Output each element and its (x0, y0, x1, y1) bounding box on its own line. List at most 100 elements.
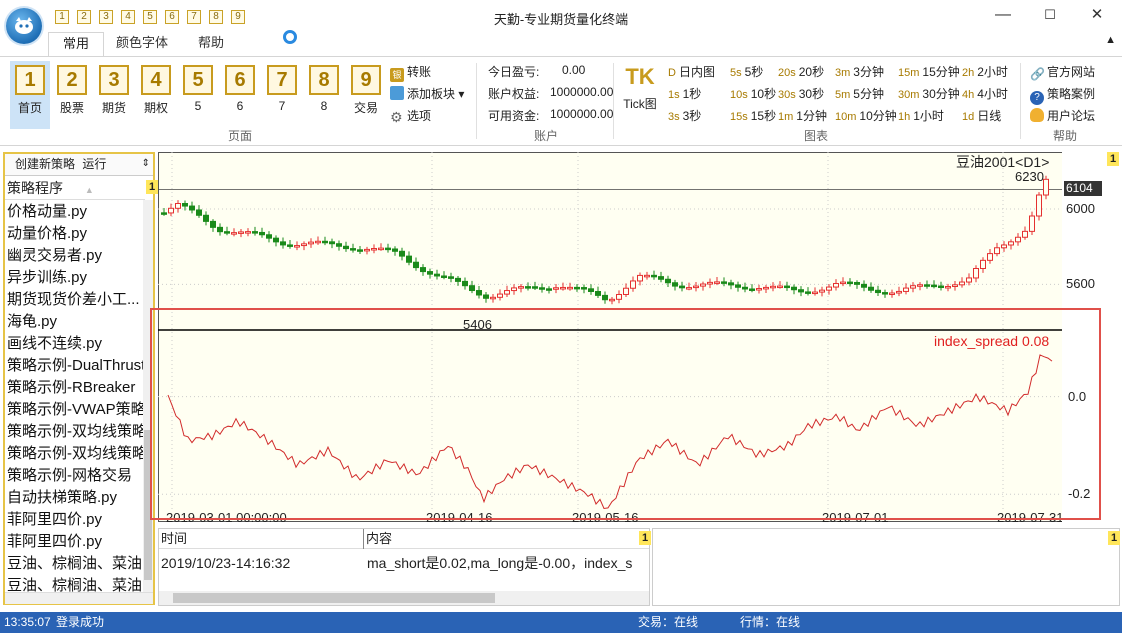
tick-chart-button[interactable]: TK Tick图 (620, 63, 660, 112)
strategy-item[interactable]: 自动扶梯策略.py (7, 487, 143, 509)
strategy-item[interactable]: 策略示例-RBreaker (7, 377, 143, 399)
candle-body (455, 277, 461, 282)
strategy-item[interactable]: 菲阿里四价.py (7, 531, 143, 553)
timeframe-2h[interactable]: 2h 2小时 (962, 63, 1008, 80)
timeframe-1s[interactable]: 1s 1秒 (668, 85, 701, 102)
page-label-1: 首页 (17, 101, 42, 115)
candle-body (917, 284, 923, 287)
candle-body (1022, 230, 1028, 238)
candle-body (875, 289, 881, 294)
tab-common[interactable]: 常用 (48, 32, 105, 56)
page-num-3: 3 (99, 65, 129, 95)
help-group-label: 帮助 (1052, 129, 1077, 143)
strategy-item[interactable]: 策略示例-双均线策略 (7, 443, 143, 465)
page-button-6[interactable]: 66 (220, 61, 260, 129)
strategy-list: 价格动量.py 动量价格.py 幽灵交易者.py 异步训练.py 期货现货价差小工...… (7, 201, 143, 595)
strategy-item[interactable]: 幽灵交易者.py (7, 245, 143, 267)
timeframe-4h[interactable]: 4h 4小时 (962, 85, 1008, 102)
page-button-9[interactable]: 9 交易 (346, 61, 386, 129)
account-group-label: 账户 (533, 129, 558, 143)
candle-body (588, 288, 594, 293)
timeframe-30m[interactable]: 30m 30分钟 (898, 85, 960, 102)
create-strategy-button[interactable]: 创建新策略 (15, 157, 75, 171)
equity-value: 1000000.00 (550, 85, 614, 99)
candle-body (413, 261, 419, 269)
timeframe-15m[interactable]: 15m 15分钟 (898, 63, 960, 80)
trade-status: 交易：在线 (638, 615, 699, 629)
strategy-item[interactable]: 豆油、棕榈油、菜油 (7, 553, 143, 575)
timeframe-1d[interactable]: 1d 日线 (962, 107, 1001, 124)
timeframe-15s[interactable]: 15s 15秒 (730, 107, 776, 124)
close-button[interactable]: ✕ (1082, 4, 1112, 26)
transfer-button[interactable]: 银转账 (390, 63, 431, 82)
candle-body (770, 285, 776, 289)
strategy-item[interactable]: 策略示例-网格交易 (7, 465, 143, 487)
strategy-list-header[interactable]: 策略程序 ▲ (5, 178, 145, 200)
candle-body (490, 296, 496, 300)
candle-body (595, 291, 601, 296)
page-button-5[interactable]: 55 (178, 61, 218, 129)
strategy-item[interactable]: 策略示例-VWAP策略 (7, 399, 143, 421)
horizontal-scrollbar[interactable] (5, 592, 153, 604)
page-button-4[interactable]: 4 期权 (136, 61, 176, 129)
strategy-item[interactable]: 异步训练.py (7, 267, 143, 289)
options-button[interactable]: ⚙ 选项 (390, 107, 431, 124)
candle-body (798, 289, 804, 293)
right-panel: 1 (652, 528, 1120, 606)
candle-body (392, 248, 398, 252)
log-col-time[interactable]: 时间 (161, 529, 187, 549)
timeframe-1h[interactable]: 1h 1小时 (898, 107, 944, 124)
strategy-item[interactable]: 策略示例-DualThrust (7, 355, 143, 377)
candle-body (833, 283, 839, 288)
timeframe-1m[interactable]: 1m 1分钟 (778, 107, 827, 124)
timeframe-30s[interactable]: 30s 30秒 (778, 85, 824, 102)
strategy-item[interactable]: 画线不连续.py (7, 333, 143, 355)
candle-body (315, 240, 321, 244)
run-button[interactable]: 运行 (82, 157, 106, 171)
candle-body (322, 240, 328, 244)
log-row[interactable]: 2019/10/23-14:16:32 ma_short是0.02,ma_lon… (159, 553, 649, 573)
timeframe-5m[interactable]: 5m 5分钟 (835, 85, 884, 102)
more-icon[interactable]: ⇕ (142, 154, 150, 174)
collapse-ribbon-icon[interactable]: ▲ (1105, 34, 1116, 46)
timeframe-3m[interactable]: 3m 3分钟 (835, 63, 884, 80)
timeframe-10m[interactable]: 10m 10分钟 (835, 107, 897, 124)
tab-color-font[interactable]: 颜色字体 (102, 32, 182, 56)
candle-body (861, 283, 867, 288)
pnl-value: 0.00 (562, 63, 586, 77)
timeframe-5s[interactable]: 5s 5秒 (730, 63, 763, 80)
strategy-item[interactable]: 菲阿里四价.py (7, 509, 143, 531)
candle-body (1015, 236, 1021, 243)
candle-body (742, 286, 748, 290)
page-button-3[interactable]: 3 期货 (94, 61, 134, 129)
timeframe-10s[interactable]: 10s 10秒 (730, 85, 776, 102)
strategy-cases-link[interactable]: ? 策略案例 (1030, 85, 1095, 105)
strategy-item[interactable]: 海龟.py (7, 311, 143, 333)
window-title: 天勤-专业期货量化终端 (493, 12, 629, 27)
strategy-item[interactable]: 期货现货价差小工... (7, 289, 143, 311)
candle-body (945, 285, 951, 289)
official-site-link[interactable]: 🔗 官方网站 (1030, 63, 1095, 81)
page-button-1[interactable]: 1 首页 (10, 61, 50, 129)
log-col-content[interactable]: 内容 (363, 529, 392, 549)
user-forum-link[interactable]: 用户论坛 (1030, 107, 1095, 124)
candle-body (476, 290, 482, 296)
timeframe-3s[interactable]: 3s 3秒 (668, 107, 701, 124)
strategy-item[interactable]: 动量价格.py (7, 223, 143, 245)
maximize-button[interactable]: ☐ (1035, 4, 1065, 26)
log-hscrollbar[interactable] (159, 591, 649, 605)
timeframe-20s[interactable]: 20s 20秒 (778, 63, 824, 80)
timeframe-D[interactable]: D 日内图 (668, 63, 715, 80)
page-button-2[interactable]: 2 股票 (52, 61, 92, 129)
strategy-item[interactable]: 价格动量.py (7, 201, 143, 223)
page-button-7[interactable]: 77 (262, 61, 302, 129)
candle-body (420, 267, 426, 273)
strategy-item[interactable]: 策略示例-双均线策略 (7, 421, 143, 443)
tab-help[interactable]: 帮助 (184, 32, 238, 56)
add-board-button[interactable]: 添加板块 ▾ (390, 85, 464, 102)
candle-body (462, 280, 468, 287)
minimize-button[interactable]: — (988, 4, 1018, 26)
candle-body (980, 259, 986, 269)
equity-label: 账户权益: (488, 87, 540, 101)
page-button-8[interactable]: 88 (304, 61, 344, 129)
